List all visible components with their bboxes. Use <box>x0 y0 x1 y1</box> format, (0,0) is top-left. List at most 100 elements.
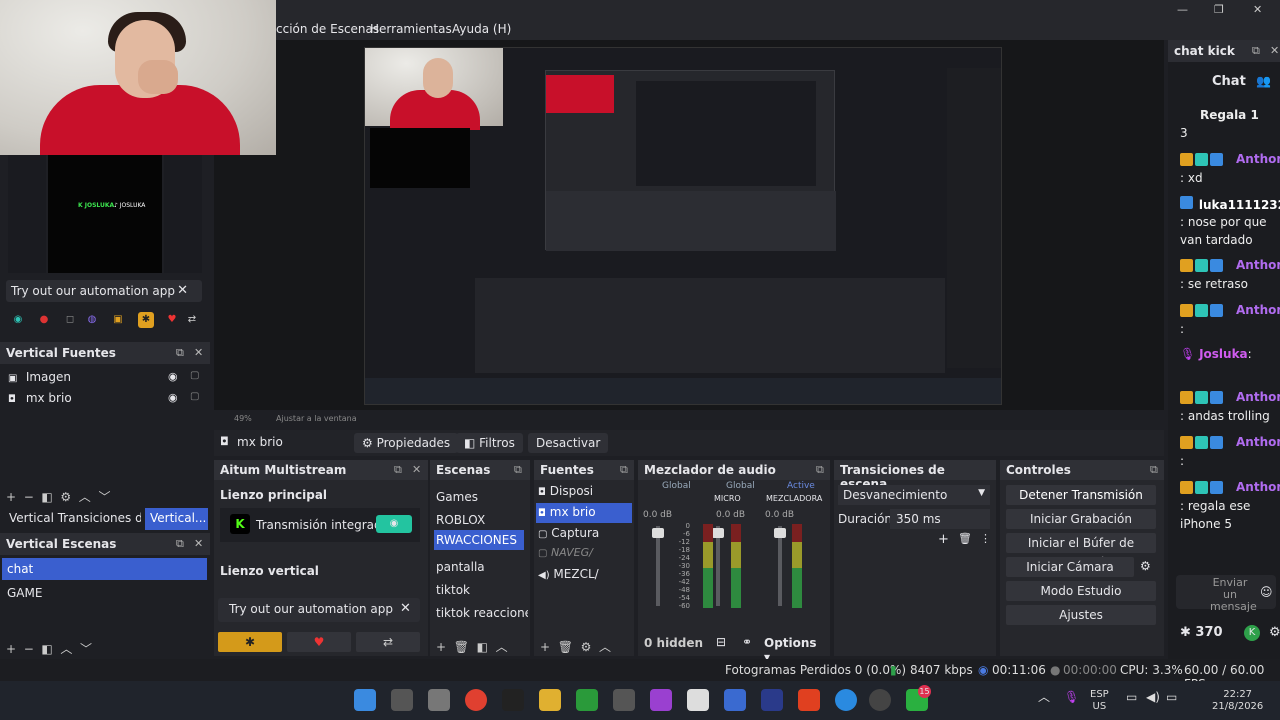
username[interactable]: Anthon <box>1236 258 1280 272</box>
stream-toggle[interactable]: ◉ <box>376 515 412 533</box>
network-icon[interactable]: ▭ <box>1126 691 1137 703</box>
filters-button[interactable]: ◧ Filtros <box>456 433 523 453</box>
username[interactable]: Anthon <box>1236 435 1280 449</box>
username[interactable]: Anthon <box>1236 390 1280 404</box>
list-item[interactable]: tiktok reacciones <box>434 604 528 624</box>
chrome-icon[interactable] <box>465 689 487 711</box>
eye-icon[interactable]: ◉ <box>168 391 178 404</box>
replay-icon[interactable]: ◻ <box>62 312 78 328</box>
remove-icon[interactable]: − <box>24 490 34 504</box>
trash-icon[interactable]: 🗑 <box>558 640 573 654</box>
fader-knob-3[interactable] <box>774 528 786 538</box>
chevron-up-icon[interactable]: ︿ <box>1038 691 1050 703</box>
volume-icon[interactable]: ◀) <box>1146 691 1160 703</box>
folder-icon[interactable] <box>539 689 561 711</box>
menu-help[interactable]: Ayuda (H) <box>452 22 511 36</box>
add-icon[interactable]: + <box>6 642 16 656</box>
fader-3[interactable] <box>778 526 782 606</box>
brave-icon[interactable] <box>798 689 820 711</box>
heart-icon[interactable]: ♥ <box>164 312 180 328</box>
close-icon[interactable]: ✕ <box>177 283 188 298</box>
lock-icon[interactable]: ▢ <box>190 370 199 381</box>
gear-icon[interactable]: ⚙ <box>1140 559 1151 573</box>
record-icon[interactable]: ● <box>36 312 52 328</box>
users-icon[interactable]: 👥 <box>1256 74 1271 88</box>
virtual-camera-button[interactable]: Iniciar Cámara Virtual <box>1006 557 1134 594</box>
transfer-icon[interactable]: ⇄ <box>184 312 200 328</box>
stream-icon[interactable]: ◉ <box>10 312 26 328</box>
screenshot-icon[interactable]: ▣ <box>110 312 126 328</box>
undock-icon[interactable]: ⧉ <box>514 463 522 477</box>
filter-icon[interactable]: ◧ <box>41 490 52 504</box>
close-icon[interactable]: ✕ <box>412 463 421 476</box>
undock-icon[interactable]: ⧉ <box>1150 463 1158 477</box>
zoom-fit[interactable]: Ajustar a la ventana <box>276 414 357 423</box>
edge-icon[interactable] <box>835 689 857 711</box>
app-icon[interactable] <box>613 689 635 711</box>
list-item[interactable]: ▢ Captura <box>538 526 632 544</box>
transition-select[interactable]: Desvanecimiento ▼ <box>838 485 990 505</box>
undock-icon[interactable]: ⧉ <box>620 463 628 477</box>
battery-icon[interactable]: ▭ <box>1166 691 1177 703</box>
list-item[interactable]: ◘ mx brio <box>8 391 72 405</box>
kick-icon[interactable]: K <box>1244 625 1260 641</box>
zoom-percent[interactable]: 49% <box>234 414 252 423</box>
add-icon[interactable]: + <box>938 532 949 547</box>
app-icon[interactable] <box>724 689 746 711</box>
list-item[interactable]: pantalla <box>434 558 528 578</box>
username[interactable]: Anthon <box>1236 480 1280 494</box>
task-view-icon[interactable] <box>391 689 413 711</box>
username[interactable]: Josluka <box>1199 347 1248 361</box>
maximize-icon[interactable]: ❐ <box>1214 3 1224 16</box>
chat-input[interactable]: Enviar un mensaje ☺ <box>1176 575 1276 613</box>
list-item[interactable]: ◘ Disposi <box>538 484 632 502</box>
duration-input[interactable]: 350 ms <box>890 509 990 529</box>
obs-icon[interactable] <box>869 689 891 711</box>
lock-icon[interactable]: ▢ <box>190 391 199 402</box>
up-icon[interactable]: ︿ <box>60 642 72 656</box>
close-icon[interactable]: ✕ <box>1253 3 1262 16</box>
properties-button[interactable]: ⚙ Propiedades <box>354 433 459 453</box>
down-icon[interactable]: ﹀ <box>80 642 92 656</box>
deactivate-button[interactable]: Desactivar <box>528 433 609 453</box>
app-icon[interactable] <box>761 689 783 711</box>
filter-icon[interactable]: ◧ <box>41 642 52 656</box>
clock[interactable]: 22:27 21/8/2026 <box>1212 689 1263 713</box>
username[interactable]: luka1111232 <box>1199 198 1280 212</box>
gear-icon[interactable]: ⚙ <box>581 640 592 654</box>
close-icon[interactable]: ✕ <box>400 601 411 616</box>
app-icon[interactable] <box>428 689 450 711</box>
list-item[interactable]: chat <box>2 558 207 580</box>
windows-icon[interactable] <box>354 689 376 711</box>
undock-icon[interactable]: ⧉ <box>176 537 184 551</box>
hidden-count[interactable]: 0 hidden <box>644 636 703 650</box>
add-icon[interactable]: + <box>436 640 446 654</box>
settings-icon[interactable]: ✱ <box>138 312 154 328</box>
gear-icon[interactable]: ⚙ <box>1269 625 1280 640</box>
list-item[interactable]: Games <box>434 488 528 508</box>
heart-button[interactable]: ♥ <box>287 632 351 652</box>
username[interactable]: Anthon <box>1236 152 1280 166</box>
undock-icon[interactable]: ⧉ <box>1252 44 1260 58</box>
list-item[interactable]: GAME <box>2 582 207 604</box>
undock-icon[interactable]: ⧉ <box>816 463 824 477</box>
up-icon[interactable]: ︿ <box>599 640 611 654</box>
fader-2[interactable] <box>716 526 720 606</box>
list-item[interactable]: ▣ Imagen <box>8 370 71 384</box>
down-icon[interactable]: ﹀ <box>98 490 110 504</box>
list-item[interactable]: tiktok <box>434 581 528 601</box>
virtualcam-icon[interactable]: ◍ <box>84 312 100 328</box>
username[interactable]: Anthon <box>1236 303 1280 317</box>
settings-button[interactable]: ✱ <box>218 632 282 652</box>
more-icon[interactable]: ⋮ <box>980 532 991 545</box>
undock-icon[interactable]: ⧉ <box>176 346 184 360</box>
up-icon[interactable]: ︿ <box>79 490 91 504</box>
mic-icon[interactable]: 🎙 <box>1064 691 1079 703</box>
list-item[interactable]: ◀) MEZCL/ <box>538 567 632 585</box>
transfer-button[interactable]: ⇄ <box>356 632 420 652</box>
filter-icon[interactable]: ◧ <box>477 640 488 654</box>
xbox-icon[interactable] <box>576 689 598 711</box>
up-icon[interactable]: ︿ <box>496 640 508 654</box>
minimize-icon[interactable]: — <box>1177 3 1188 16</box>
remove-icon[interactable]: − <box>24 642 34 656</box>
